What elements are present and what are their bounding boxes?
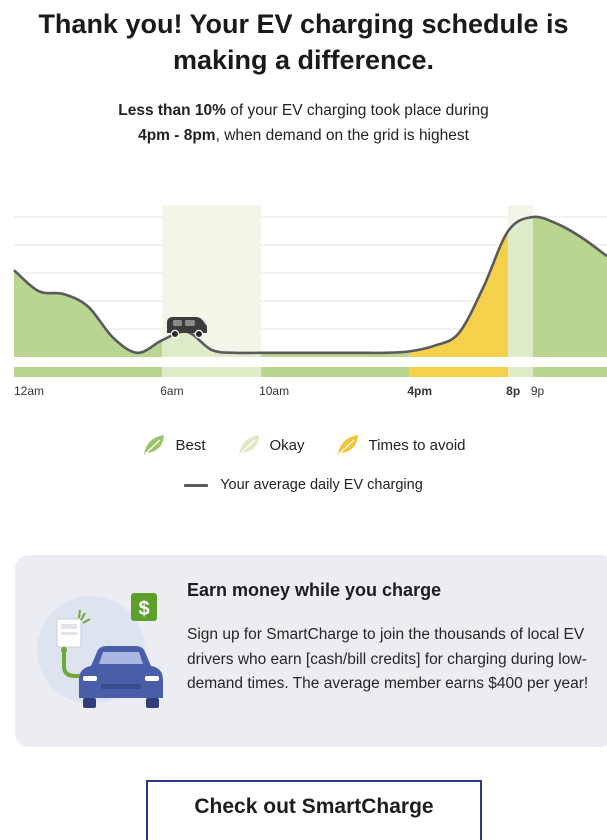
tick-label: 4pm xyxy=(407,384,432,398)
chart-area-layer xyxy=(14,216,607,357)
legend-label-line: Your average daily EV charging xyxy=(220,477,423,493)
summary-text: Less than 10% of your EV charging took p… xyxy=(40,98,567,148)
smartcharge-promo-card: $ Earn money while you charge Sign up fo… xyxy=(15,555,607,747)
tick-label: 6am xyxy=(160,384,183,398)
category-bar-okay xyxy=(162,367,262,377)
legend-item-avoid: Times to avoid xyxy=(335,433,466,457)
check-out-smartcharge-button[interactable]: Check out SmartCharge xyxy=(146,780,482,840)
category-bar-best xyxy=(532,367,607,377)
ev-charging-car-icon: $ xyxy=(37,593,163,708)
legend-label-best: Best xyxy=(175,436,206,454)
chart-legend: Best Okay Times to avoid xyxy=(0,433,607,457)
leaf-yellow-icon xyxy=(337,435,358,455)
category-bar-best xyxy=(261,367,410,377)
category-bar-best xyxy=(14,367,163,377)
legend-item-best: Best xyxy=(141,433,206,457)
tick-label: 12am xyxy=(14,384,44,398)
time-category-bar xyxy=(14,367,607,377)
chart-tick-labels: 12am 6am 10am 4pm 8p 9p xyxy=(14,384,545,398)
legend-item-charging-line: Your average daily EV charging xyxy=(0,477,607,493)
leaf-outline-icon xyxy=(238,435,259,455)
category-bar-avoid xyxy=(409,367,509,377)
summary-percent: Less than 10% xyxy=(118,102,226,119)
promo-title: Earn money while you charge xyxy=(187,580,442,600)
leaf-icon xyxy=(144,435,165,455)
summary-text-part1: of your EV charging took place during xyxy=(225,102,489,119)
summary-text-part2: , when demand on the grid is highest xyxy=(215,127,469,144)
page-title: Thank you! Your EV charging schedule is … xyxy=(38,9,569,75)
legend-label-okay: Okay xyxy=(269,436,305,454)
dollar-badge: $ xyxy=(138,598,149,620)
legend-line-swatch xyxy=(184,483,209,487)
category-bar-okay xyxy=(508,367,533,377)
promo-body: Sign up for SmartCharge to join the thou… xyxy=(187,626,589,692)
tick-label: 10am xyxy=(259,384,289,398)
summary-peak-window: 4pm - 8pm xyxy=(138,127,216,144)
tick-label: 9p xyxy=(531,384,545,398)
legend-item-okay: Okay xyxy=(236,433,305,457)
legend-label-avoid: Times to avoid xyxy=(368,436,466,454)
tick-label: 8p xyxy=(506,384,520,398)
ev-charging-chart: 12am 6am 10am 4pm 8p 9p xyxy=(13,205,607,398)
